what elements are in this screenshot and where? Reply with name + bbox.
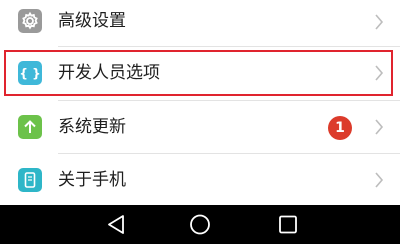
divider xyxy=(58,46,400,47)
back-button[interactable] xyxy=(86,205,146,244)
settings-item-label: 开发人员选项 xyxy=(58,63,160,83)
home-button[interactable] xyxy=(170,205,230,244)
svg-text:{ }: { } xyxy=(19,67,40,81)
back-icon xyxy=(86,205,146,244)
settings-item-system-update[interactable]: 系统更新 1 xyxy=(0,102,400,152)
settings-item-label: 关于手机 xyxy=(58,170,126,190)
settings-item-label: 系统更新 xyxy=(58,117,126,137)
chevron-right-icon xyxy=(374,65,384,81)
recent-apps-button[interactable] xyxy=(258,205,318,244)
home-icon xyxy=(170,205,230,244)
chevron-right-icon xyxy=(374,172,384,188)
braces-icon: { } xyxy=(18,61,42,85)
settings-item-label: 高级设置 xyxy=(58,11,126,31)
arrow-up-icon xyxy=(18,115,42,139)
settings-list: 高级设置 { } 开发人员选项 系统更新 1 关于手机 xyxy=(0,0,400,205)
gear-icon xyxy=(18,9,42,33)
phone-info-icon xyxy=(18,168,42,192)
divider xyxy=(58,100,400,101)
settings-item-advanced[interactable]: 高级设置 xyxy=(0,0,400,44)
chevron-right-icon xyxy=(374,14,384,30)
settings-item-about-phone[interactable]: 关于手机 xyxy=(0,154,400,205)
notification-badge: 1 xyxy=(328,116,352,140)
chevron-right-icon xyxy=(374,119,384,135)
recent-apps-icon xyxy=(258,205,318,244)
settings-screen: 高级设置 { } 开发人员选项 系统更新 1 关于手机 xyxy=(0,0,400,244)
navigation-bar xyxy=(0,205,400,244)
settings-item-developer-options[interactable]: { } 开发人员选项 xyxy=(0,48,400,98)
